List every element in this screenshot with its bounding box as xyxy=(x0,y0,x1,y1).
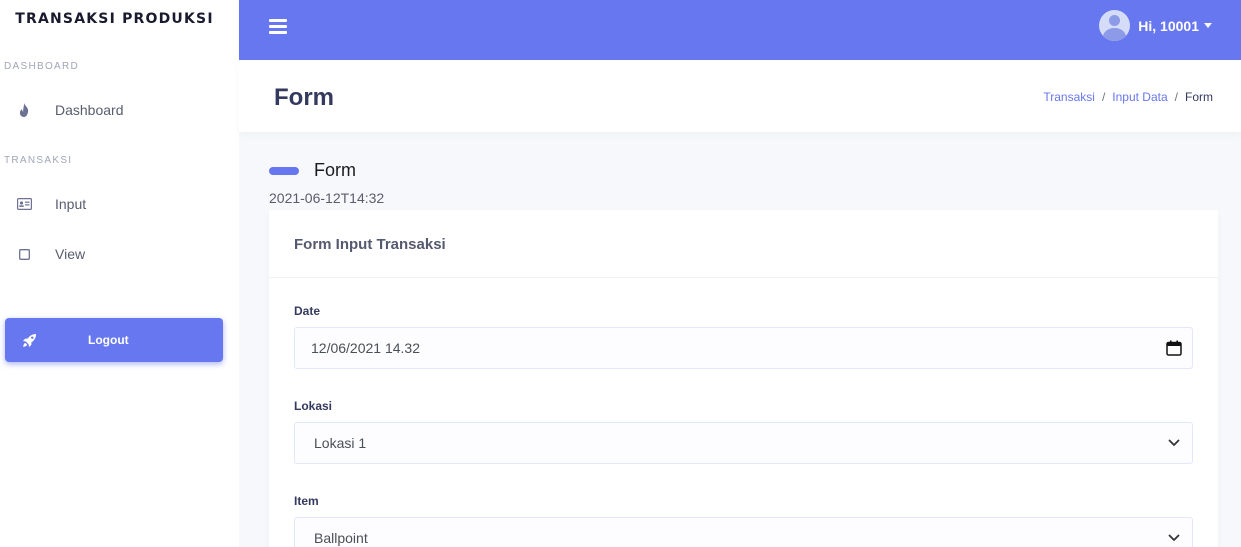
fire-icon xyxy=(15,101,33,119)
sidebar-item-input[interactable]: Input xyxy=(0,184,239,224)
section-accent-bar xyxy=(269,166,299,175)
sidebar-item-label: Dashboard xyxy=(55,102,124,118)
breadcrumb-separator: / xyxy=(1174,90,1178,104)
sidebar-item-view[interactable]: View xyxy=(0,234,239,274)
sidebar-brand[interactable]: TRANSAKSI PRODUKSI xyxy=(0,0,229,40)
breadcrumb-item-form: Form xyxy=(1185,90,1213,104)
sidebar: TRANSAKSI PRODUKSI DASHBOARD Dashboard T… xyxy=(0,0,239,547)
lokasi-select[interactable]: Lokasi 1 xyxy=(294,422,1193,464)
date-input[interactable]: 12/06/2021 14.32 xyxy=(294,327,1193,369)
hamburger-icon[interactable] xyxy=(269,16,287,36)
topbar: Hi, 10001 xyxy=(239,0,1241,60)
item-select[interactable]: Ballpoint xyxy=(294,517,1193,547)
logout-label: Logout xyxy=(88,333,129,347)
item-value: Ballpoint xyxy=(314,530,368,546)
square-icon xyxy=(15,245,33,263)
form-card: Form Input Transaksi Date 12/06/2021 14.… xyxy=(269,210,1218,547)
user-greeting: Hi, 10001 xyxy=(1138,17,1199,34)
section-title: Form xyxy=(314,160,356,180)
page-title: Form xyxy=(274,84,334,111)
card-header: Form Input Transaksi xyxy=(269,210,1218,278)
card-title: Form Input Transaksi xyxy=(294,236,446,253)
caret-down-icon xyxy=(1204,23,1212,28)
user-avatar-icon xyxy=(1099,10,1131,41)
calendar-icon[interactable] xyxy=(1166,340,1182,356)
rocket-icon xyxy=(20,331,38,349)
chevron-down-icon xyxy=(1166,435,1182,451)
sidebar-item-dashboard[interactable]: Dashboard xyxy=(0,90,239,130)
breadcrumb-separator: / xyxy=(1101,90,1106,104)
user-menu[interactable]: Hi, 10001 xyxy=(1099,10,1212,41)
item-label: Item xyxy=(294,494,319,508)
page-header: Form Transaksi / Input Data / Form xyxy=(239,60,1241,132)
section-label-dashboard: DASHBOARD xyxy=(4,61,80,72)
section-heading: Form xyxy=(269,160,356,181)
breadcrumb-item-input-data[interactable]: Input Data xyxy=(1112,90,1167,104)
sidebar-item-label: View xyxy=(55,246,86,262)
date-label: Date xyxy=(294,304,321,318)
breadcrumb: Transaksi / Input Data / Form xyxy=(1043,90,1213,104)
logout-button[interactable]: Logout xyxy=(5,318,223,362)
date-value: 12/06/2021 14.32 xyxy=(311,340,420,356)
chevron-down-icon xyxy=(1166,530,1182,546)
id-card-icon xyxy=(15,195,33,213)
section-label-transaksi: TRANSAKSI xyxy=(4,155,73,166)
lokasi-label: Lokasi xyxy=(294,399,333,413)
sidebar-item-label: Input xyxy=(55,196,87,212)
breadcrumb-item-transaksi[interactable]: Transaksi xyxy=(1043,90,1095,104)
current-datetime: 2021-06-12T14:32 xyxy=(269,190,385,206)
lokasi-value: Lokasi 1 xyxy=(314,435,367,451)
